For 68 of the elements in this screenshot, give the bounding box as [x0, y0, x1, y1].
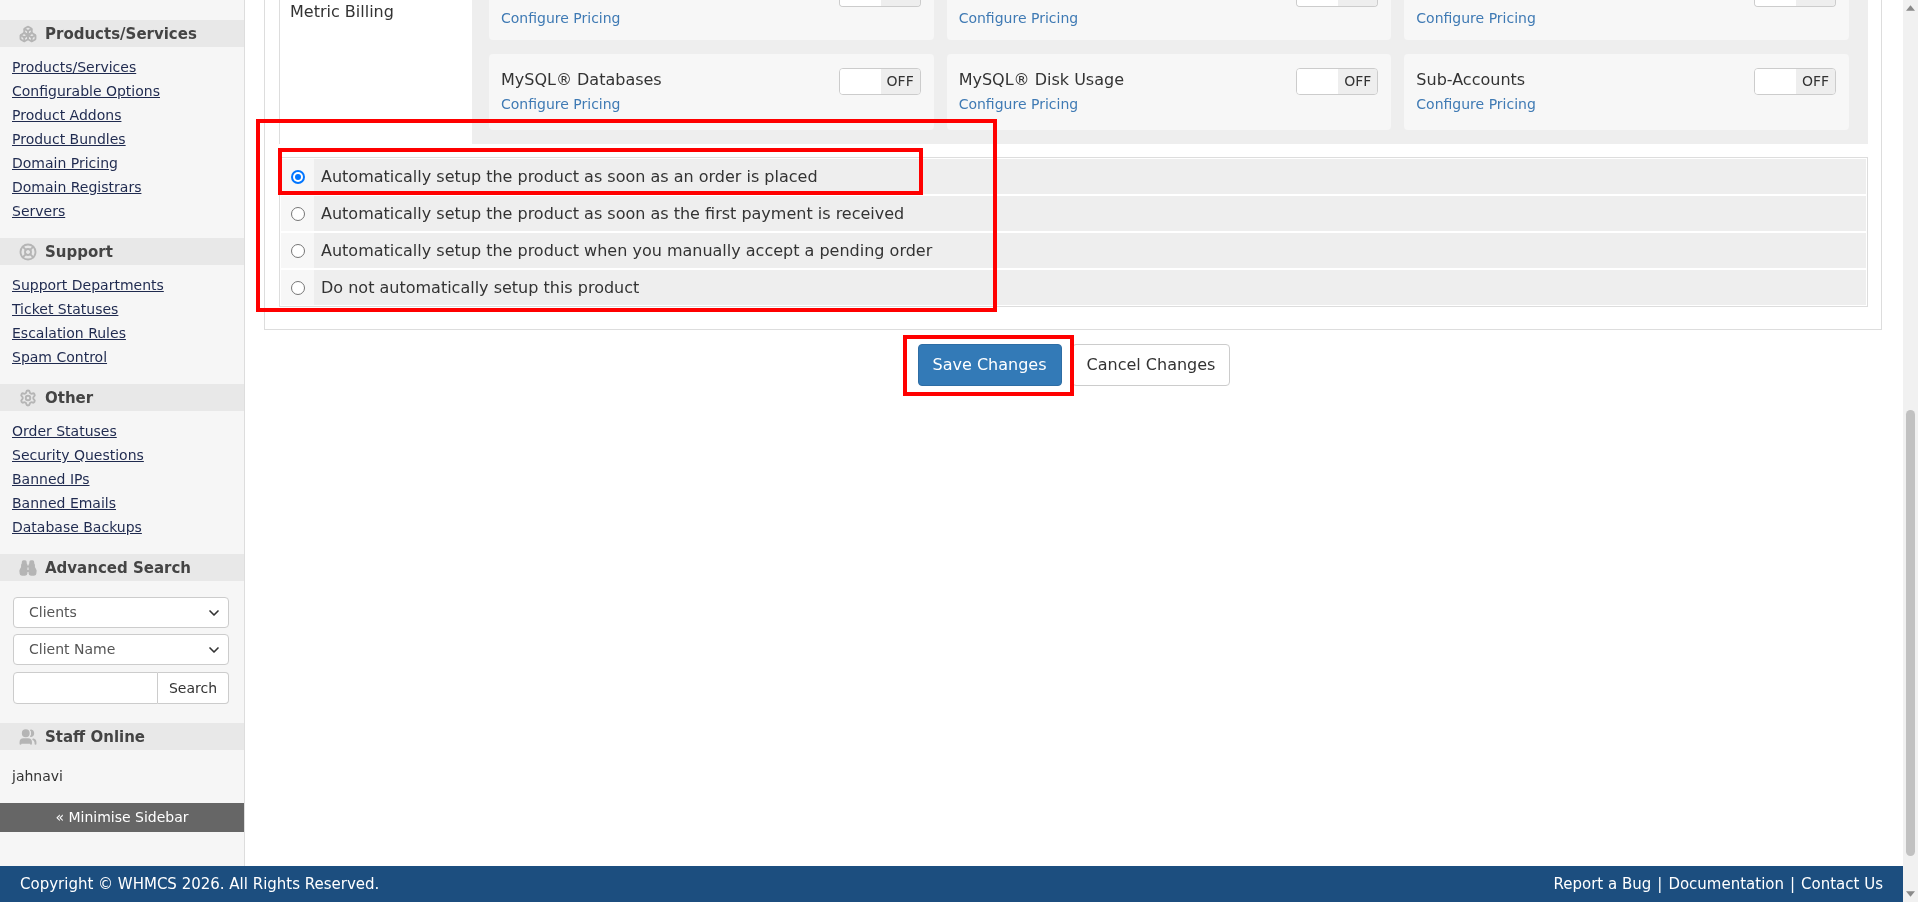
toggle-switch[interactable]: OFF [1296, 68, 1379, 95]
sidebar-link[interactable]: Support Departments [12, 273, 164, 297]
sidebar-link[interactable]: Domain Pricing [12, 151, 118, 175]
sidebar-link[interactable]: Configurable Options [12, 79, 160, 103]
sidebar-link[interactable]: Banned IPs [12, 467, 90, 491]
radio-button[interactable] [290, 280, 305, 295]
save-button[interactable]: Save Changes [917, 344, 1062, 386]
option-label: Automatically setup the product as soon as an order is placed [321, 165, 818, 188]
dropdown-select[interactable]: Clients [13, 597, 229, 628]
section-title: Advanced Search [45, 557, 191, 578]
search-field[interactable] [13, 672, 158, 704]
configure-pricing-link[interactable]: Configure Pricing [958, 92, 1079, 116]
footer-separator: | [1790, 873, 1796, 895]
sidebar-link[interactable]: Ticket Statuses [12, 297, 119, 321]
gear-icon [19, 388, 37, 407]
footer-separator: | [1657, 873, 1663, 895]
radio-button[interactable] [290, 243, 305, 258]
sidebar-link[interactable]: Product Addons [12, 103, 122, 127]
configure-pricing-link[interactable]: Configure Pricing [1416, 6, 1536, 30]
scrollbar-thumb[interactable] [1906, 410, 1915, 856]
toggle-switch[interactable] [838, 0, 921, 7]
users-icon [19, 727, 37, 746]
section-title: Staff Online [45, 726, 146, 747]
sidebar-link[interactable]: Servers [12, 199, 66, 223]
sidebar-link[interactable]: Security Questions [12, 443, 144, 467]
footer-link[interactable]: Report a Bug [1553, 872, 1652, 896]
lifebuoy-icon [19, 242, 37, 261]
sidebar-link[interactable]: Domain Registrars [12, 175, 142, 199]
addon-name: Sub-Accounts [1416, 69, 1526, 91]
field-label: Metric Billing [290, 2, 394, 21]
configure-pricing-link[interactable]: Configure Pricing [1416, 92, 1536, 116]
cancel-button[interactable]: Cancel Changes [1071, 344, 1231, 386]
radio-button[interactable] [290, 169, 305, 184]
dropdown-select[interactable]: Client Name [13, 634, 229, 665]
radio-button[interactable] [290, 206, 305, 221]
scrollbar[interactable] [1903, 0, 1918, 902]
addon-name: MySQL® Disk Usage [958, 69, 1124, 91]
configure-pricing-link[interactable]: Configure Pricing [501, 6, 621, 30]
option-label: Do not automatically setup this product [321, 276, 640, 299]
sidebar-link[interactable]: Products/Services [12, 55, 137, 79]
staff-name: jahnavi [12, 767, 64, 786]
sidebar-link[interactable]: Banned Emails [12, 491, 116, 515]
sidebar-link[interactable]: Product Bundles [12, 127, 126, 151]
section-title: Products/Services [45, 23, 197, 44]
copyright-text: Copyright © WHMCS 2026. All Rights Reserved. [20, 873, 380, 895]
section-title: Support [45, 241, 113, 262]
footer-link[interactable]: Documentation [1668, 872, 1784, 896]
configure-pricing-link[interactable]: Configure Pricing [501, 92, 621, 116]
sidebar-link[interactable]: Order Statuses [12, 419, 117, 443]
sidebar-link[interactable]: Escalation Rules [12, 321, 126, 345]
footer-link[interactable]: Contact Us [1801, 872, 1883, 896]
toggle-switch[interactable] [1754, 0, 1836, 7]
configure-pricing-link[interactable]: Configure Pricing [958, 6, 1079, 30]
toggle-switch[interactable] [1296, 0, 1379, 7]
boxes-icon [19, 24, 37, 43]
minimise-sidebar-button[interactable]: « Minimise Sidebar [0, 803, 244, 832]
addon-name: MySQL® Databases [501, 69, 662, 91]
option-label: Automatically setup the product as soon as the first payment is received [321, 202, 905, 225]
search-button[interactable]: Search [158, 672, 229, 704]
sidebar-link[interactable]: Spam Control [12, 345, 108, 369]
section-title: Other [45, 387, 94, 408]
caret-down-icon[interactable] [1906, 891, 1915, 897]
caret-up-icon[interactable] [1906, 5, 1915, 11]
option-label: Automatically setup the product when you manually accept a pending order [321, 239, 933, 262]
binoculars-icon [19, 558, 37, 577]
toggle-switch[interactable]: OFF [1754, 68, 1836, 95]
sidebar-link[interactable]: Database Backups [12, 515, 142, 539]
toggle-switch[interactable]: OFF [838, 68, 921, 95]
